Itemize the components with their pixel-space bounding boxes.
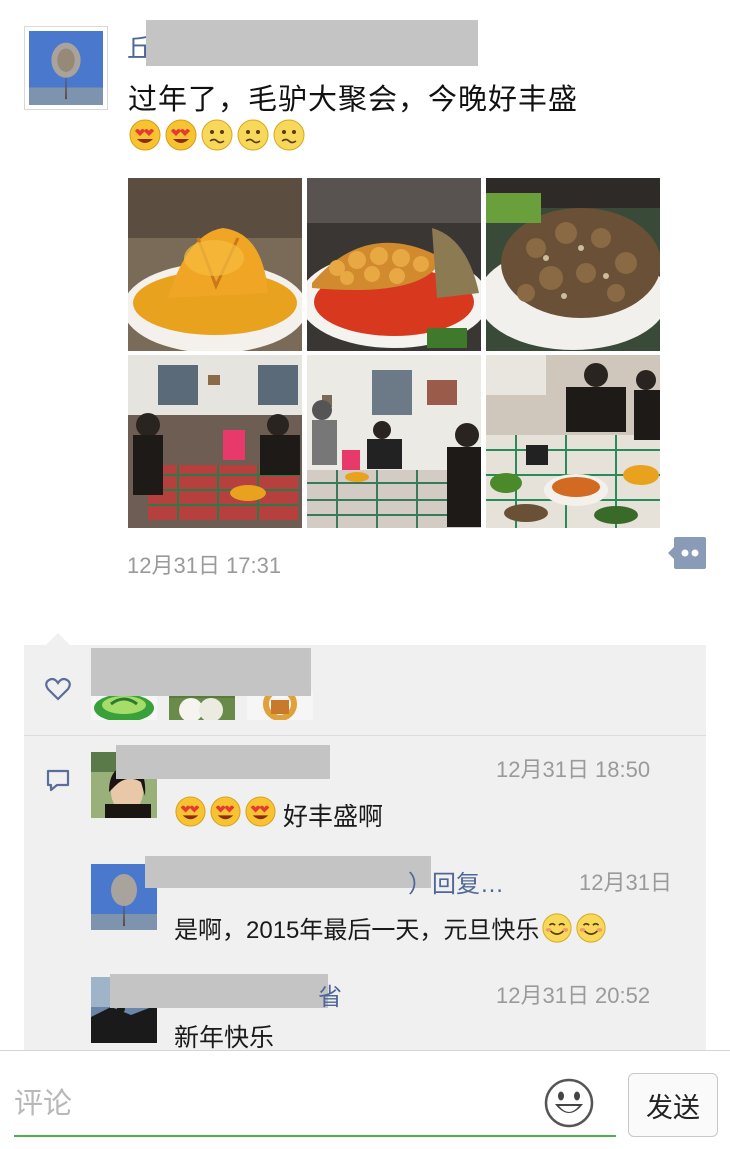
photo-dining-table-closeup[interactable]	[486, 355, 660, 528]
tree-avatar-image	[29, 31, 103, 105]
post-emoji-row	[128, 118, 306, 152]
reply-header-text: ）回复…	[408, 871, 504, 898]
photo-dining-room-1[interactable]	[128, 355, 302, 528]
heart-icon	[45, 677, 71, 701]
confused-emoji-icon	[236, 118, 270, 152]
redacted-commenter-name	[110, 974, 328, 1008]
comment-timestamp: 12月31日	[579, 870, 672, 895]
post-author-avatar[interactable]	[24, 26, 108, 110]
comment-timestamp: 12月31日 20:52	[496, 983, 651, 1008]
commenter-name-suffix: 省	[318, 984, 342, 1011]
reply-header: ）回复…	[408, 864, 504, 899]
post-text: 过年了，毛驴大聚会，今晚好丰盛	[128, 84, 579, 116]
comment-text: 是啊，2015年最后一天，元旦快乐	[174, 917, 540, 944]
redacted-like-names	[91, 648, 311, 696]
comment-more-icon[interactable]	[664, 537, 706, 569]
confused-emoji-icon	[200, 118, 234, 152]
redacted-reply-name	[145, 856, 431, 888]
heart-eyes-emoji-icon	[128, 118, 162, 152]
likes-divider	[24, 735, 706, 736]
redacted-author-name	[146, 20, 478, 66]
photo-pumpkin-dish[interactable]	[128, 178, 302, 351]
input-underline	[14, 1135, 616, 1137]
heart-eyes-emoji-icon	[164, 118, 198, 152]
panel-pointer	[46, 633, 70, 645]
comment-input-bar: 发送	[0, 1050, 730, 1149]
comment-emoji-row	[174, 795, 277, 828]
reply-text-row: 是啊，2015年最后一天，元旦快乐	[174, 910, 607, 945]
emoji-picker-icon[interactable]	[544, 1078, 594, 1128]
comment-text: 好丰盛啊	[283, 803, 384, 831]
comment-bubble-icon	[45, 768, 71, 792]
comment-input[interactable]	[14, 1081, 614, 1127]
confused-emoji-icon	[272, 118, 306, 152]
heart-eyes-emoji-icon	[244, 795, 277, 828]
photo-fried-meat-dish[interactable]	[486, 178, 660, 351]
comment-timestamp: 12月31日 18:50	[496, 757, 651, 782]
photo-grid	[128, 178, 661, 528]
redacted-commenter-name	[116, 745, 330, 779]
photo-fried-fish-dish[interactable]	[307, 178, 481, 351]
comment-text: 新年快乐	[174, 1024, 275, 1052]
heart-eyes-emoji-icon	[174, 795, 207, 828]
send-button[interactable]: 发送	[628, 1073, 718, 1137]
photo-dining-room-2[interactable]	[307, 355, 481, 528]
heart-eyes-emoji-icon	[209, 795, 242, 828]
smile-emoji-icon	[541, 912, 573, 944]
post-timestamp: 12月31日 17:31	[127, 553, 282, 578]
smile-emoji-icon	[575, 912, 607, 944]
